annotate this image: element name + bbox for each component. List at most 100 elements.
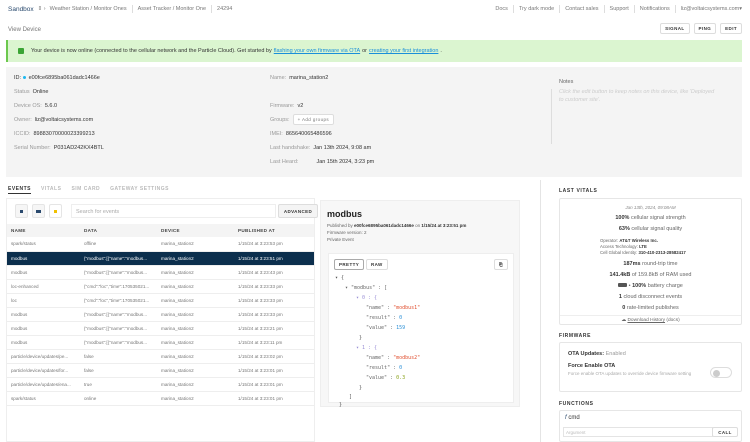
- table-row[interactable]: loc {"cmd":"loc","time":170535021... marin…: [7, 293, 314, 308]
- raw-tab[interactable]: RAW: [366, 259, 388, 270]
- table-cell: 1/15/24 at 3:23:01 pm: [234, 377, 314, 392]
- call-button[interactable]: CALL: [712, 427, 738, 437]
- top-bar: Sandbox ⇕ › Weather Station / Monitor One…: [8, 5, 742, 13]
- argument-input[interactable]: Argument: [563, 427, 713, 437]
- event-title: modbus: [327, 209, 362, 219]
- signal-button[interactable]: SIGNAL: [660, 23, 690, 34]
- table-cell: {"modbus":[{"name":"modbus...: [80, 265, 157, 280]
- filter-button[interactable]: [49, 204, 62, 218]
- notifications-link[interactable]: Notifications: [640, 6, 670, 12]
- tab-vitals[interactable]: VITALS: [41, 186, 61, 194]
- table-cell: marina_station2: [157, 391, 234, 406]
- search-events-input[interactable]: Search for events: [71, 204, 276, 218]
- table-row[interactable]: particle/device/updates/pe... false marina…: [7, 349, 314, 364]
- table-cell: 1/15/24 at 3:23:33 pm: [234, 307, 314, 322]
- table-cell: 1/15/24 at 3:23:02 pm: [234, 349, 314, 364]
- docs-link[interactable]: Docs: [495, 6, 508, 12]
- table-cell: modbus: [7, 321, 80, 336]
- table-row[interactable]: modbus {"modbus":[{"name":"modbus... marin…: [7, 251, 314, 266]
- table-cell: marina_station2: [157, 377, 234, 392]
- tab-events[interactable]: EVENTS: [8, 186, 32, 194]
- vitals-card: Jan 13th, 2024, 09:08AM 100% cellular si…: [559, 198, 742, 325]
- table-row[interactable]: modbus {"modbus":[{"name":"modbus... marin…: [7, 307, 314, 322]
- table-cell: 1/15/24 at 3:23:21 pm: [234, 321, 314, 336]
- table-cell: 1/15/24 at 3:23:51 pm: [234, 251, 314, 266]
- table-cell: offline: [80, 237, 157, 252]
- product-link[interactable]: Weather Station / Monitor Ones: [50, 6, 127, 12]
- product-id: 24294: [217, 6, 233, 12]
- support-link[interactable]: Support: [610, 6, 629, 12]
- integration-link[interactable]: creating your first integration: [369, 48, 438, 54]
- table-cell: 1/15/24 at 3:23:33 pm: [234, 279, 314, 294]
- battery-icon: [618, 283, 628, 287]
- table-cell: online: [80, 391, 157, 406]
- table-row[interactable]: modbus {"modbus":[{"name":"modbus... marin…: [7, 265, 314, 280]
- table-cell: particle/device/updates/pe...: [7, 349, 80, 364]
- table-cell: 1/15/24 at 3:23:53 pm: [234, 237, 314, 252]
- table-row[interactable]: spark/status online marina_station2 1/15/24…: [7, 391, 314, 406]
- device-tabs: EVENTS VITALS SIM CARD GATEWAY SETTINGS: [8, 186, 169, 194]
- table-cell: marina_station2: [157, 237, 234, 252]
- function-card: f cmd Argument CALL: [559, 410, 742, 442]
- events-panel: Search for events ADVANCED NAME DATA DEV…: [6, 198, 318, 442]
- online-banner: Your device is now online (connected to …: [6, 40, 742, 62]
- page-title: View Device: [8, 27, 41, 33]
- table-cell: spark/status: [7, 237, 80, 252]
- table-row[interactable]: particle/device/updates/for... false marin…: [7, 363, 314, 378]
- tab-sim-card[interactable]: SIM CARD: [71, 186, 100, 194]
- table-cell: {"cmd":"loc","time":170535021...: [80, 279, 157, 294]
- table-cell: true: [80, 377, 157, 392]
- copy-icon[interactable]: ⎘: [494, 259, 508, 270]
- table-cell: 1/15/24 at 3:23:11 pm: [234, 335, 314, 350]
- table-cell: marina_station2: [157, 293, 234, 308]
- table-cell: {"cmd":"loc","time":170535021...: [80, 293, 157, 308]
- function-name: cmd: [568, 415, 580, 421]
- table-cell: 1/15/24 at 3:23:33 pm: [234, 293, 314, 308]
- table-cell: 1/15/24 at 3:23:01 pm: [234, 391, 314, 406]
- table-cell: particle/device/updates/for...: [7, 363, 80, 378]
- table-row[interactable]: particle/device/updates/ena... true marina…: [7, 377, 314, 392]
- docs-link[interactable]: (docs): [666, 318, 679, 323]
- firmware-card: OTA Updates: Enabled Force Enable OTA Fo…: [559, 342, 742, 392]
- edit-button[interactable]: EDIT: [720, 23, 742, 34]
- table-cell: marina_station2: [157, 251, 234, 266]
- table-cell: marina_station2: [157, 265, 234, 280]
- table-cell: marina_station2: [157, 349, 234, 364]
- user-menu[interactable]: liz@voltaicsystems.com: [681, 6, 739, 12]
- contact-sales-link[interactable]: Contact sales: [565, 6, 598, 12]
- table-row[interactable]: modbus {"modbus":[{"name":"modbus... marin…: [7, 321, 314, 336]
- device-info-panel: ID: e00fce6895ba061dadc1466e Status Onlin…: [6, 67, 742, 177]
- org-selector[interactable]: Sandbox: [8, 6, 34, 13]
- table-cell: marina_station2: [157, 307, 234, 322]
- add-groups-button[interactable]: + Add groups: [292, 114, 335, 125]
- table-cell: marina_station2: [157, 335, 234, 350]
- product-link[interactable]: Asset Tracker / Monitor One: [138, 6, 206, 12]
- table-cell: modbus: [7, 251, 80, 266]
- table-cell: loc-enhanced: [7, 279, 80, 294]
- last-vitals-heading: LAST VITALS: [559, 188, 598, 194]
- pause-button[interactable]: [15, 204, 28, 218]
- dark-mode-link[interactable]: Try dark mode: [519, 6, 554, 12]
- force-ota-toggle[interactable]: [710, 367, 732, 378]
- event-detail-panel: modbus Published by e00fce6895ba061dadc1…: [320, 200, 520, 408]
- advanced-button[interactable]: ADVANCED: [278, 204, 318, 218]
- download-history-link[interactable]: Download History: [627, 318, 665, 323]
- clear-button[interactable]: [32, 204, 45, 218]
- table-row[interactable]: loc-enhanced {"cmd":"loc","time":17053502…: [7, 279, 314, 294]
- json-viewer: PRETTY RAW ⎘ ▾ { ▾ "modbus" : [ ▾ 0 : { …: [328, 253, 514, 408]
- table-cell: marina_station2: [157, 363, 234, 378]
- pretty-tab[interactable]: PRETTY: [334, 259, 365, 270]
- tab-gateway-settings[interactable]: GATEWAY SETTINGS: [110, 186, 169, 194]
- table-cell: particle/device/updates/ena...: [7, 377, 80, 392]
- device-id: e00fce6895ba061dadc1466e: [28, 75, 100, 81]
- table-cell: 1/15/24 at 3:23:01 pm: [234, 363, 314, 378]
- flash-ota-link[interactable]: flashing your own firmware via OTA: [274, 48, 360, 54]
- table-row[interactable]: modbus {"modbus":[{"name":"modbus... marin…: [7, 335, 314, 350]
- table-cell: marina_station2: [157, 321, 234, 336]
- ping-button[interactable]: PING: [693, 23, 717, 34]
- table-cell: spark/status: [7, 391, 80, 406]
- table-cell: marina_station2: [157, 279, 234, 294]
- table-row[interactable]: spark/status offline marina_station2 1/15/2…: [7, 237, 314, 252]
- divider: [540, 180, 541, 442]
- table-cell: false: [80, 349, 157, 364]
